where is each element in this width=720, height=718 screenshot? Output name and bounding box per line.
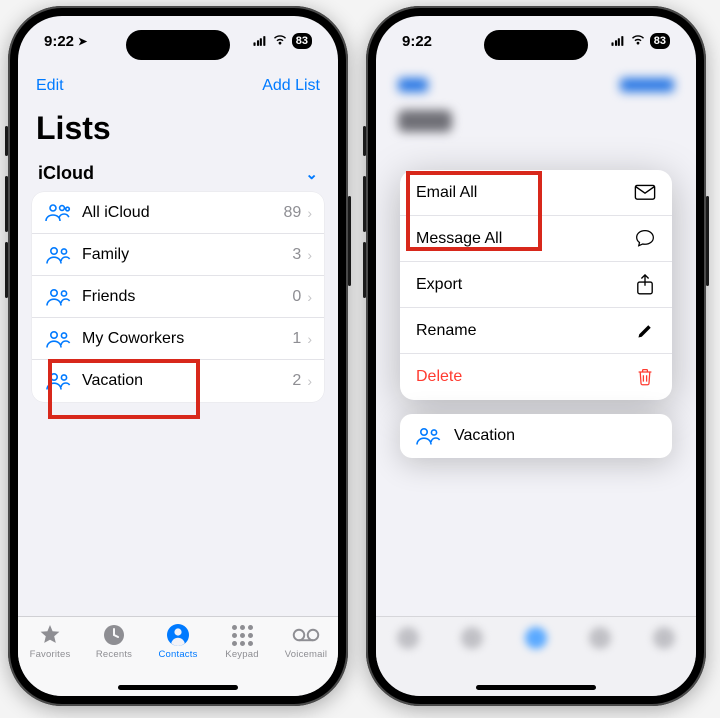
context-menu: Email All Message All Export bbox=[400, 170, 672, 400]
tab-label: Recents bbox=[96, 649, 132, 660]
pencil-icon bbox=[634, 320, 656, 342]
menu-label: Message All bbox=[416, 230, 502, 248]
screen-lists: 9:22 ➤ 83 Edit Add List Lists iCloud ⌄ bbox=[18, 16, 338, 696]
status-time: 9:22 bbox=[44, 33, 74, 50]
menu-export[interactable]: Export bbox=[400, 262, 672, 308]
list-count: 2 bbox=[292, 372, 301, 390]
keypad-icon bbox=[232, 623, 253, 647]
chevron-right-icon: › bbox=[307, 205, 312, 221]
dynamic-island bbox=[484, 30, 588, 60]
list-label: Vacation bbox=[82, 372, 292, 390]
menu-label: Export bbox=[416, 276, 462, 294]
speech-bubble-icon bbox=[634, 228, 656, 250]
navbar: Edit Add List bbox=[18, 66, 338, 106]
tab-voicemail[interactable]: Voicemail bbox=[274, 623, 338, 678]
chevron-right-icon: › bbox=[307, 331, 312, 347]
menu-label: Delete bbox=[416, 368, 462, 386]
people-icon bbox=[44, 370, 72, 392]
tab-keypad[interactable]: Keypad bbox=[210, 623, 274, 678]
tab-recents[interactable]: Recents bbox=[82, 623, 146, 678]
wifi-icon bbox=[272, 34, 288, 49]
lists-card: All iCloud 89 › Family 3 › Friends 0 bbox=[32, 192, 324, 402]
menu-label: Email All bbox=[416, 184, 477, 202]
signal-icon bbox=[254, 36, 266, 46]
list-label: Family bbox=[82, 246, 292, 264]
status-time: 9:22 bbox=[402, 33, 432, 50]
blurred-backdrop bbox=[398, 110, 452, 132]
home-indicator[interactable] bbox=[118, 685, 238, 690]
menu-email-all[interactable]: Email All bbox=[400, 170, 672, 216]
phone-right: 9:22 83 Email All bbox=[366, 6, 706, 706]
people-icon bbox=[414, 425, 442, 447]
list-count: 0 bbox=[292, 288, 301, 306]
list-count: 89 bbox=[284, 204, 302, 222]
phone-left: 9:22 ➤ 83 Edit Add List Lists iCloud ⌄ bbox=[8, 6, 348, 706]
chevron-right-icon: › bbox=[307, 247, 312, 263]
tab-bar: Favorites Recents Contacts Keypad Voicem… bbox=[18, 616, 338, 696]
share-icon bbox=[634, 274, 656, 296]
add-list-button[interactable]: Add List bbox=[262, 77, 320, 95]
wifi-icon bbox=[630, 34, 646, 49]
battery-badge: 83 bbox=[292, 33, 312, 49]
list-count: 1 bbox=[292, 330, 301, 348]
list-row-vacation[interactable]: Vacation 2 › bbox=[32, 360, 324, 402]
list-row-friends[interactable]: Friends 0 › bbox=[32, 276, 324, 318]
edit-button[interactable]: Edit bbox=[36, 77, 64, 95]
section-header-icloud[interactable]: iCloud ⌄ bbox=[18, 159, 338, 192]
blurred-backdrop bbox=[620, 78, 674, 92]
list-label: Friends bbox=[82, 288, 292, 306]
tab-favorites[interactable]: Favorites bbox=[18, 623, 82, 678]
list-count: 3 bbox=[292, 246, 301, 264]
tab-label: Favorites bbox=[30, 649, 71, 660]
chevron-right-icon: › bbox=[307, 373, 312, 389]
home-indicator[interactable] bbox=[476, 685, 596, 690]
selected-list-vacation[interactable]: Vacation bbox=[400, 414, 672, 458]
tab-label: Voicemail bbox=[285, 649, 327, 660]
list-label: All iCloud bbox=[82, 204, 284, 222]
section-name: iCloud bbox=[38, 163, 94, 184]
tab-label: Keypad bbox=[225, 649, 258, 660]
envelope-icon bbox=[634, 182, 656, 204]
people-icon bbox=[44, 328, 72, 350]
blurred-backdrop bbox=[398, 78, 428, 92]
signal-icon bbox=[612, 36, 624, 46]
people-icon bbox=[44, 244, 72, 266]
people-icon bbox=[44, 202, 72, 224]
people-icon bbox=[44, 286, 72, 308]
blurred-tab-bar bbox=[376, 616, 696, 696]
trash-icon bbox=[634, 366, 656, 388]
list-label: My Coworkers bbox=[82, 330, 292, 348]
screen-context-menu: 9:22 83 Email All bbox=[376, 16, 696, 696]
tab-label: Contacts bbox=[158, 649, 197, 660]
battery-badge: 83 bbox=[650, 33, 670, 49]
page-title: Lists bbox=[18, 106, 338, 159]
chevron-down-icon: ⌄ bbox=[305, 165, 318, 183]
list-row-all-icloud[interactable]: All iCloud 89 › bbox=[32, 192, 324, 234]
list-row-family[interactable]: Family 3 › bbox=[32, 234, 324, 276]
selected-list-label: Vacation bbox=[454, 427, 515, 445]
menu-label: Rename bbox=[416, 322, 476, 340]
dynamic-island bbox=[126, 30, 230, 60]
menu-delete[interactable]: Delete bbox=[400, 354, 672, 400]
location-icon: ➤ bbox=[78, 35, 87, 48]
menu-rename[interactable]: Rename bbox=[400, 308, 672, 354]
list-row-my-coworkers[interactable]: My Coworkers 1 › bbox=[32, 318, 324, 360]
tab-contacts[interactable]: Contacts bbox=[146, 623, 210, 678]
chevron-right-icon: › bbox=[307, 289, 312, 305]
menu-message-all[interactable]: Message All bbox=[400, 216, 672, 262]
